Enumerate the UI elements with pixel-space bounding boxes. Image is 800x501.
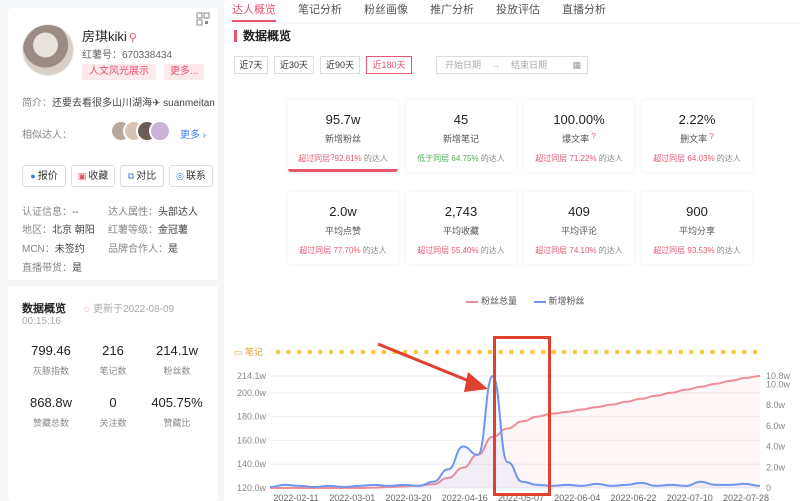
annotation-arrow: [377, 342, 488, 392]
page-root: 房琪kiki ⚲ 红薯号：670338434 人文风光展示 更多... 简介：还要…: [0, 0, 800, 501]
